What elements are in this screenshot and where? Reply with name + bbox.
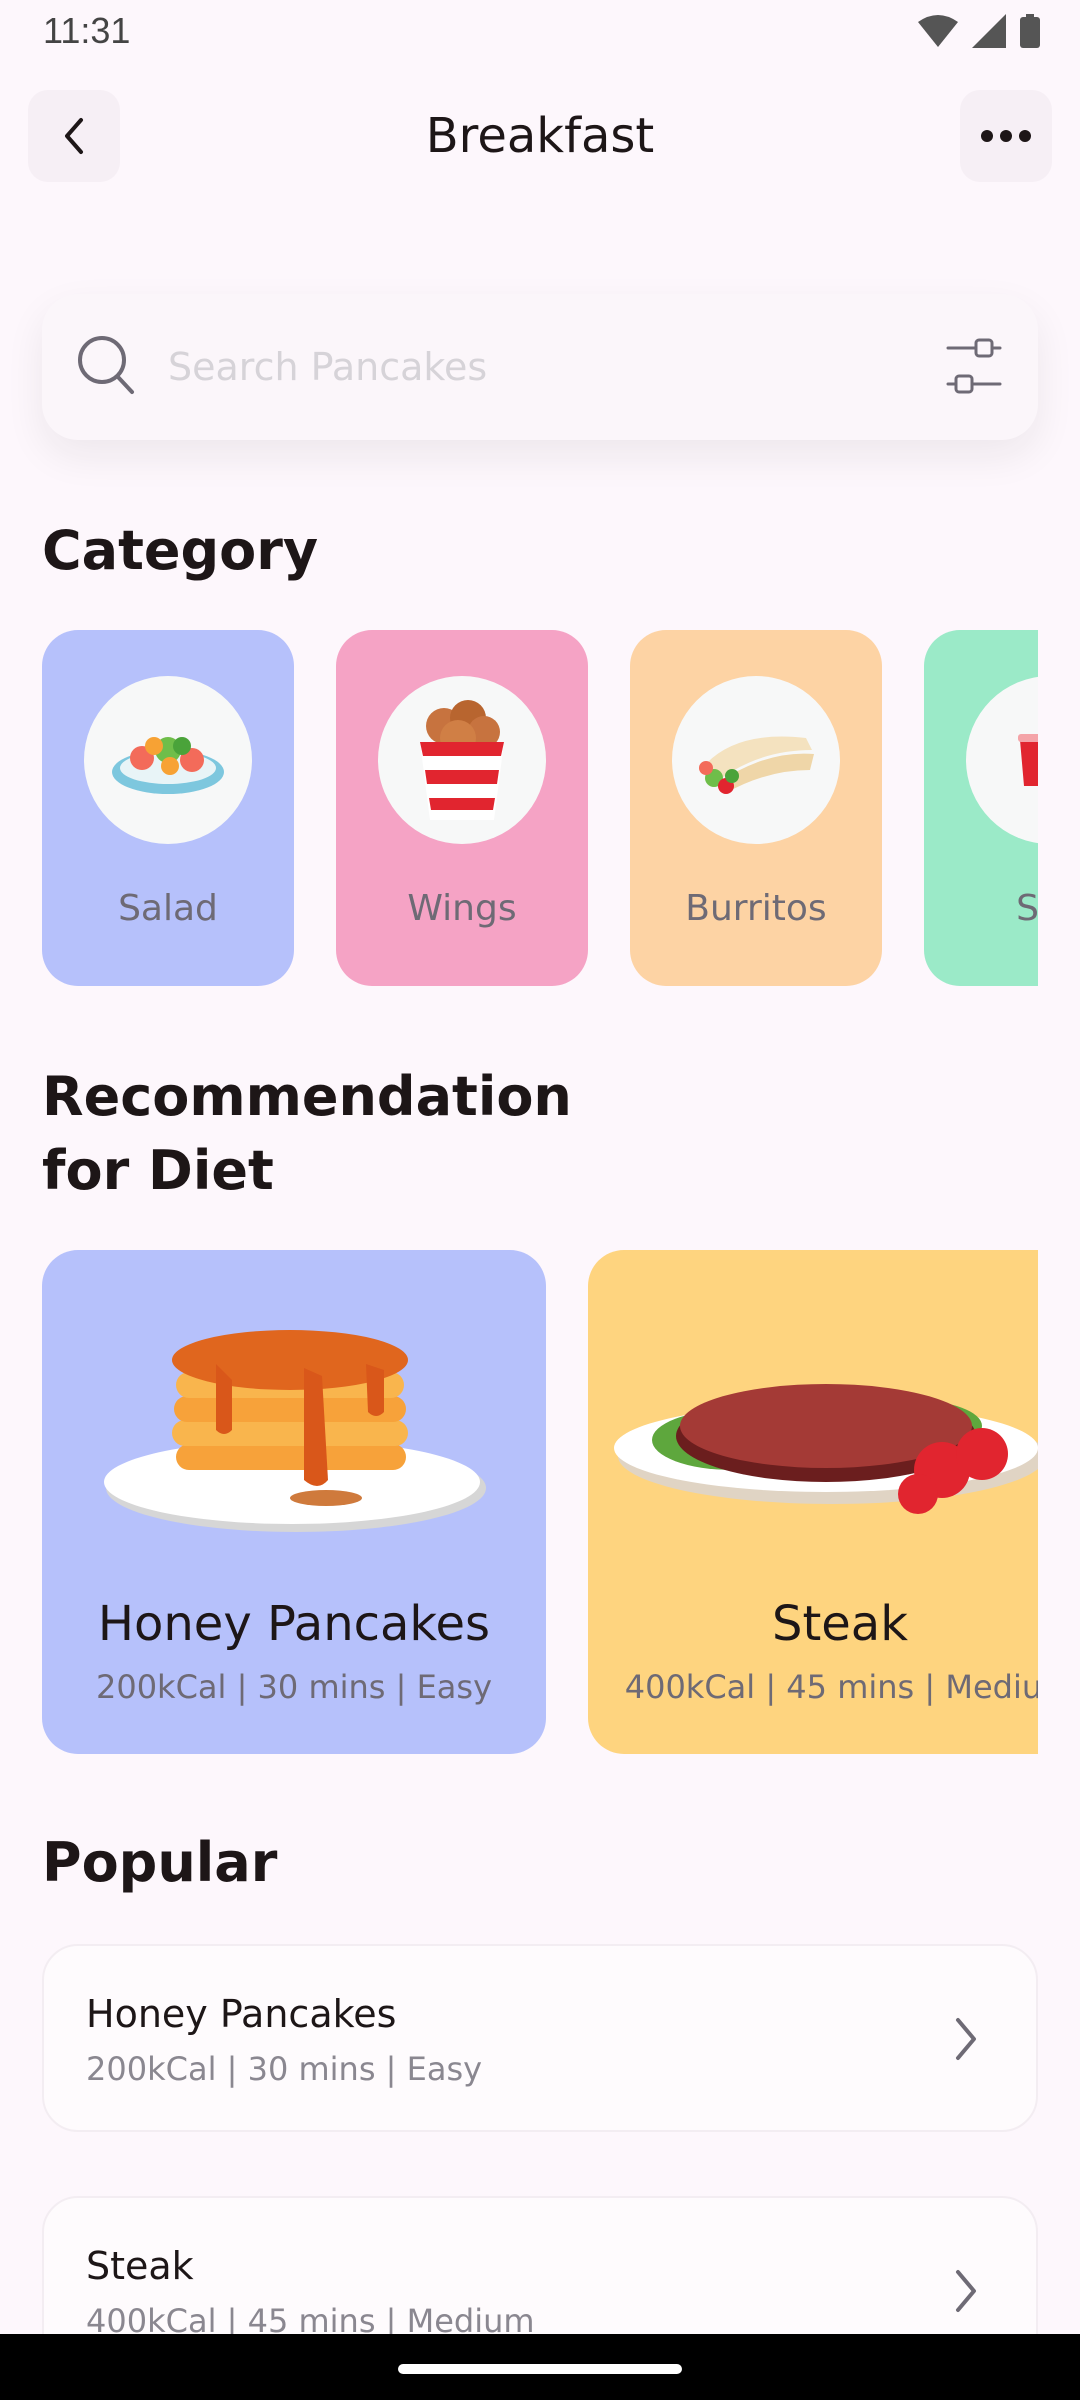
recommendation-name: Steak [771, 1596, 909, 1652]
signal-icon [972, 14, 1006, 48]
category-label: Salad [118, 888, 218, 929]
category-label: Sha [1016, 888, 1038, 929]
shake-icon [1018, 734, 1038, 786]
chicken-wings-icon [420, 700, 504, 820]
popular-item-name: Steak [86, 2244, 194, 2288]
category-list: Salad Wings Burritos S [42, 630, 1038, 986]
recommendation-name: Honey Pancakes [97, 1596, 491, 1652]
steak-icon [614, 1384, 1038, 1514]
status-icons [918, 14, 1040, 48]
recommendation-meta: 400kCal | 45 mins | Mediur [624, 1668, 1038, 1706]
filter-icon[interactable] [946, 338, 1002, 394]
chevron-right-icon [956, 2270, 976, 2312]
search-input[interactable] [168, 338, 928, 396]
more-options-button[interactable] [960, 90, 1052, 182]
popular-title: Popular [42, 1831, 278, 1894]
category-card-shakes[interactable]: Sha [924, 630, 1038, 986]
popular-item-name: Honey Pancakes [86, 1992, 397, 2036]
popular-item-honey-pancakes[interactable]: Honey Pancakes 200kCal | 30 mins | Easy [42, 1944, 1038, 2132]
recommendation-meta: 200kCal | 30 mins | Easy [95, 1668, 493, 1706]
category-card-salad[interactable]: Salad [42, 630, 294, 986]
recommendation-title-line1: Recommendation [42, 1065, 572, 1128]
more-dots-icon [981, 130, 1031, 142]
category-card-wings[interactable]: Wings [336, 630, 588, 986]
recommendation-title-line2: for Diet [42, 1139, 274, 1202]
home-gesture-handle[interactable] [398, 2364, 682, 2374]
search-icon [78, 336, 134, 394]
category-card-burritos[interactable]: Burritos [630, 630, 882, 986]
salad-icon [112, 737, 224, 794]
pancakes-icon [104, 1330, 486, 1532]
status-time: 11:31 [43, 10, 131, 51]
navigation-bar [0, 2334, 1080, 2400]
recommendation-title: Recommendation for Diet [42, 1060, 572, 1208]
burrito-icon [699, 736, 814, 794]
recommendation-card-steak[interactable]: Steak 400kCal | 45 mins | Mediur [588, 1250, 1038, 1754]
status-bar: 11:31 [0, 0, 1080, 62]
category-title: Category [42, 519, 319, 582]
recommendation-list: Honey Pancakes 200kCal | 30 mins | Easy … [42, 1250, 1038, 1754]
popular-item-meta: 200kCal | 30 mins | Easy [86, 2050, 483, 2088]
category-label: Wings [407, 888, 517, 929]
battery-icon [1020, 14, 1040, 48]
wifi-icon [918, 15, 958, 47]
top-bar: Breakfast [0, 90, 1080, 182]
chevron-right-icon [956, 2018, 976, 2060]
page-title: Breakfast [425, 108, 655, 164]
category-label: Burritos [685, 888, 827, 929]
search-bar [42, 294, 1038, 440]
recommendation-card-honey-pancakes[interactable]: Honey Pancakes 200kCal | 30 mins | Easy [42, 1250, 546, 1754]
